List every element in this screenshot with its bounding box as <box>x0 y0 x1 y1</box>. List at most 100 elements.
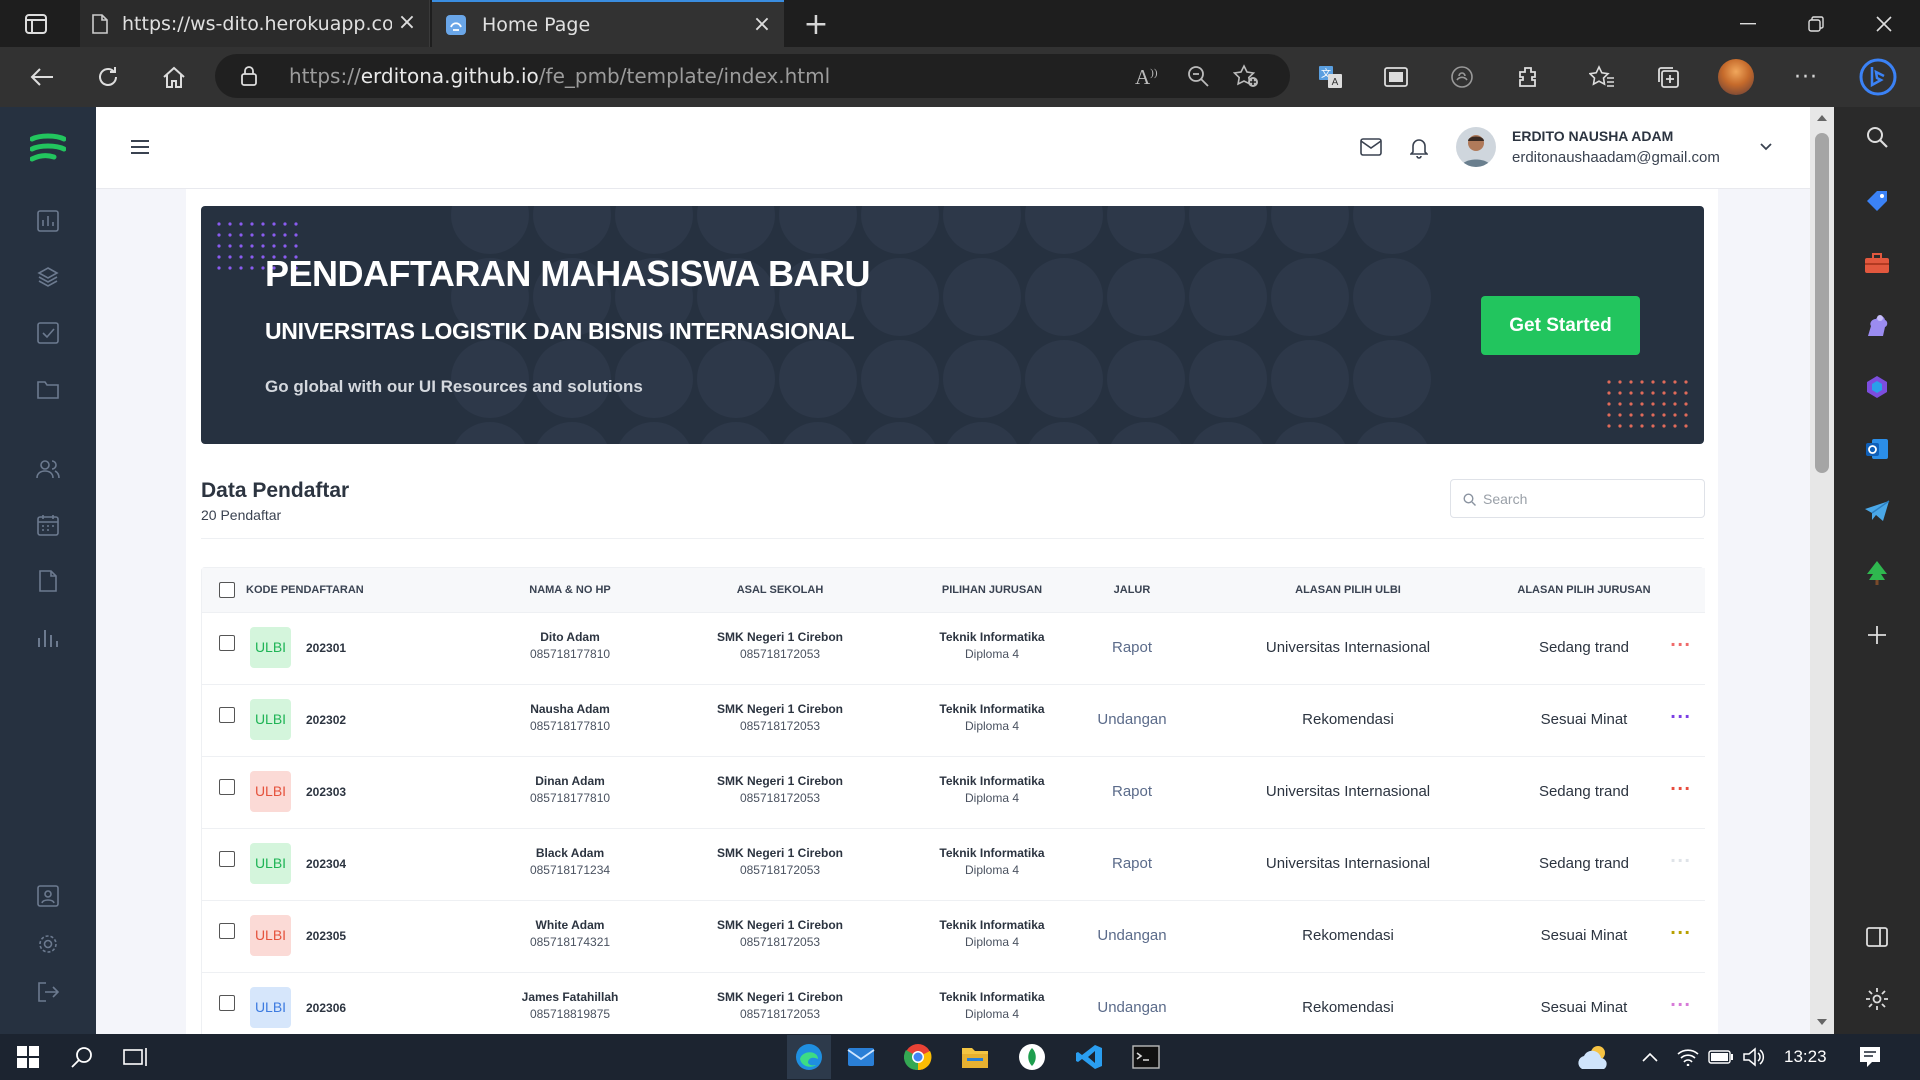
folder-icon[interactable] <box>34 375 62 403</box>
add-favorite-icon[interactable] <box>1233 64 1259 88</box>
tools-icon[interactable] <box>1861 247 1893 279</box>
page-scrollbar[interactable] <box>1810 107 1834 1034</box>
search-input[interactable] <box>1483 480 1693 517</box>
tab-actions-icon[interactable] <box>20 8 52 40</box>
chevron-up-icon[interactable] <box>1634 1041 1666 1073</box>
mail-app-icon[interactable] <box>845 1041 877 1073</box>
table-row[interactable]: ULBI 202305 White Adam 085718174321 SMK Nege… <box>202 900 1705 972</box>
users-icon[interactable] <box>34 455 62 483</box>
read-aloud-icon[interactable]: A)) <box>1135 65 1158 90</box>
profile-avatar[interactable] <box>1718 59 1754 95</box>
row-actions-icon[interactable]: ··· <box>1670 779 1691 798</box>
tree-icon[interactable] <box>1861 557 1893 589</box>
row-actions-icon[interactable]: ··· <box>1670 635 1691 654</box>
reading-view-icon[interactable] <box>1380 61 1412 93</box>
weather-icon[interactable] <box>1574 1041 1614 1073</box>
column-header[interactable]: ALASAN PILIH ULBI <box>1248 568 1448 612</box>
search-icon[interactable] <box>1861 121 1893 153</box>
tracking-icon[interactable] <box>1446 61 1478 93</box>
column-header[interactable]: NAMA & NO HP <box>485 568 655 612</box>
restore-icon[interactable] <box>1800 8 1832 40</box>
translate-icon[interactable]: 文A <box>1315 61 1347 93</box>
user-avatar[interactable] <box>1456 127 1496 167</box>
shopping-tag-icon[interactable] <box>1861 185 1893 217</box>
outlook-icon[interactable] <box>1861 433 1893 465</box>
brand-logo[interactable] <box>30 133 66 169</box>
mail-icon[interactable] <box>1360 138 1382 156</box>
favorites-icon[interactable] <box>1586 61 1618 93</box>
refresh-icon[interactable] <box>92 61 124 93</box>
column-header[interactable]: PILIHAN JURUSAN <box>907 568 1077 612</box>
column-header[interactable]: JALUR <box>1072 568 1192 612</box>
column-header[interactable]: ALASAN PILIH JURUSAN <box>1484 568 1684 612</box>
notification-bell-icon[interactable] <box>1410 137 1428 159</box>
minimize-icon[interactable] <box>1732 8 1764 40</box>
logout-icon[interactable] <box>34 978 62 1006</box>
back-icon[interactable] <box>26 61 58 93</box>
extensions-icon[interactable] <box>1512 61 1544 93</box>
new-tab-icon[interactable]: + <box>800 7 832 42</box>
row-actions-icon[interactable]: ··· <box>1670 995 1691 1014</box>
table-row[interactable]: ULBI 202301 Dito Adam 085718177810 SMK Neger… <box>202 612 1705 684</box>
scroll-up-icon[interactable] <box>1817 115 1827 121</box>
chevron-down-icon[interactable] <box>1760 143 1772 151</box>
tasks-icon[interactable] <box>34 319 62 347</box>
office-icon[interactable] <box>1861 371 1893 403</box>
sidebar-toggle-icon[interactable] <box>1861 921 1893 953</box>
row-checkbox[interactable] <box>219 995 235 1011</box>
chrome-icon[interactable] <box>902 1041 934 1073</box>
row-actions-icon[interactable]: ··· <box>1670 707 1691 726</box>
row-checkbox[interactable] <box>219 707 235 723</box>
contact-icon[interactable] <box>34 882 62 910</box>
menu-toggle-icon[interactable] <box>130 139 150 155</box>
task-view-icon[interactable] <box>120 1041 152 1073</box>
table-row[interactable]: ULBI 202303 Dinan Adam 085718177810 SMK Nege… <box>202 756 1705 828</box>
table-row[interactable]: ULBI 202304 Black Adam 085718171234 SMK Nege… <box>202 828 1705 900</box>
telegram-icon[interactable] <box>1861 495 1893 527</box>
layers-icon[interactable] <box>34 263 62 291</box>
scroll-down-icon[interactable] <box>1817 1019 1827 1025</box>
document-icon[interactable] <box>34 567 62 595</box>
row-checkbox[interactable] <box>219 779 235 795</box>
chart-icon[interactable] <box>34 623 62 651</box>
add-icon[interactable] <box>1861 619 1893 651</box>
dashboard-icon[interactable] <box>34 207 62 235</box>
row-checkbox[interactable] <box>219 923 235 939</box>
row-checkbox[interactable] <box>219 635 235 651</box>
settings-icon[interactable] <box>34 930 62 958</box>
search-icon[interactable] <box>66 1041 98 1073</box>
clock-time[interactable]: 13:23 <box>1784 1047 1827 1067</box>
volume-icon[interactable] <box>1738 1041 1770 1073</box>
calendar-icon[interactable] <box>34 511 62 539</box>
windows-start-icon[interactable] <box>12 1041 44 1073</box>
vscode-icon[interactable] <box>1073 1041 1105 1073</box>
row-checkbox[interactable] <box>219 851 235 867</box>
close-window-icon[interactable] <box>1868 8 1900 40</box>
select-all-checkbox[interactable] <box>219 582 235 598</box>
close-tab-icon[interactable]: × <box>750 13 774 37</box>
collections-icon[interactable] <box>1652 61 1684 93</box>
row-actions-icon[interactable]: ··· <box>1670 851 1691 870</box>
bing-icon[interactable] <box>1858 57 1898 97</box>
more-options-icon[interactable]: ··· <box>1790 61 1822 93</box>
get-started-button[interactable]: Get Started <box>1481 296 1640 355</box>
scroll-thumb[interactable] <box>1815 133 1829 473</box>
browser-tab-1[interactable]: https://ws-dito.herokuapp.com/p × <box>80 0 430 47</box>
zoom-icon[interactable] <box>1187 65 1209 87</box>
edge-taskbar-icon[interactable] <box>787 1035 831 1079</box>
settings-icon[interactable] <box>1861 983 1893 1015</box>
browser-tab-2[interactable]: Home Page × <box>432 0 784 47</box>
address-bar[interactable]: https://erditona.github.io/fe_pmb/templa… <box>215 54 1290 98</box>
wifi-icon[interactable] <box>1672 1041 1704 1073</box>
table-row[interactable]: ULBI 202306 James Fatahillah 085718819875 SM… <box>202 972 1705 1034</box>
close-tab-icon[interactable]: × <box>395 11 419 35</box>
battery-icon[interactable] <box>1705 1041 1737 1073</box>
console-icon[interactable] <box>1130 1041 1162 1073</box>
column-header[interactable]: ASAL SEKOLAH <box>695 568 865 612</box>
games-icon[interactable] <box>1861 309 1893 341</box>
row-actions-icon[interactable]: ··· <box>1670 923 1691 942</box>
home-icon[interactable] <box>158 61 190 93</box>
file-explorer-icon[interactable] <box>959 1041 991 1073</box>
column-header[interactable]: KODE PENDAFTARAN <box>246 568 364 612</box>
terminal-app-icon[interactable] <box>1016 1041 1048 1073</box>
